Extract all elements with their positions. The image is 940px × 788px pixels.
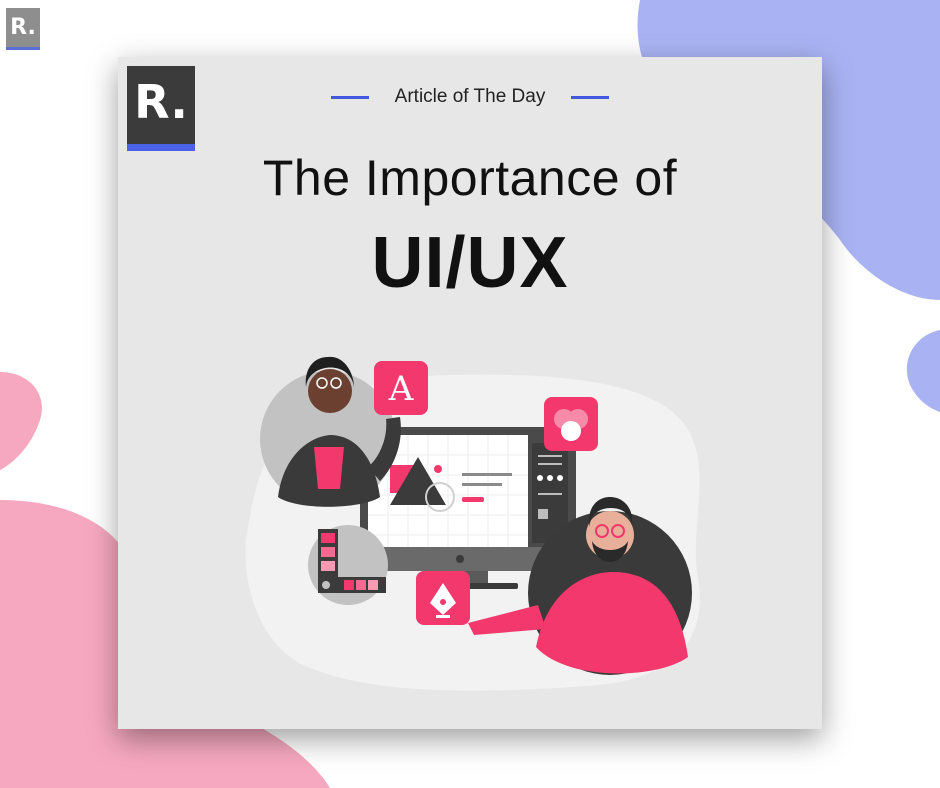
corner-logo-text: R. bbox=[10, 15, 36, 40]
letter-a-icon: A bbox=[374, 361, 428, 415]
ui-ux-illustration: A bbox=[245, 356, 700, 691]
pink-blob-left bbox=[0, 372, 42, 470]
pen-tool-icon bbox=[416, 571, 470, 625]
screen-dot bbox=[434, 465, 442, 473]
color-blend-icon bbox=[544, 397, 598, 451]
svg-text:A: A bbox=[388, 369, 414, 409]
screen-pink-bar bbox=[462, 497, 484, 502]
corner-logo: R. bbox=[6, 8, 40, 50]
blue-blob-right bbox=[906, 330, 940, 412]
color-swatch-icon bbox=[308, 525, 388, 605]
